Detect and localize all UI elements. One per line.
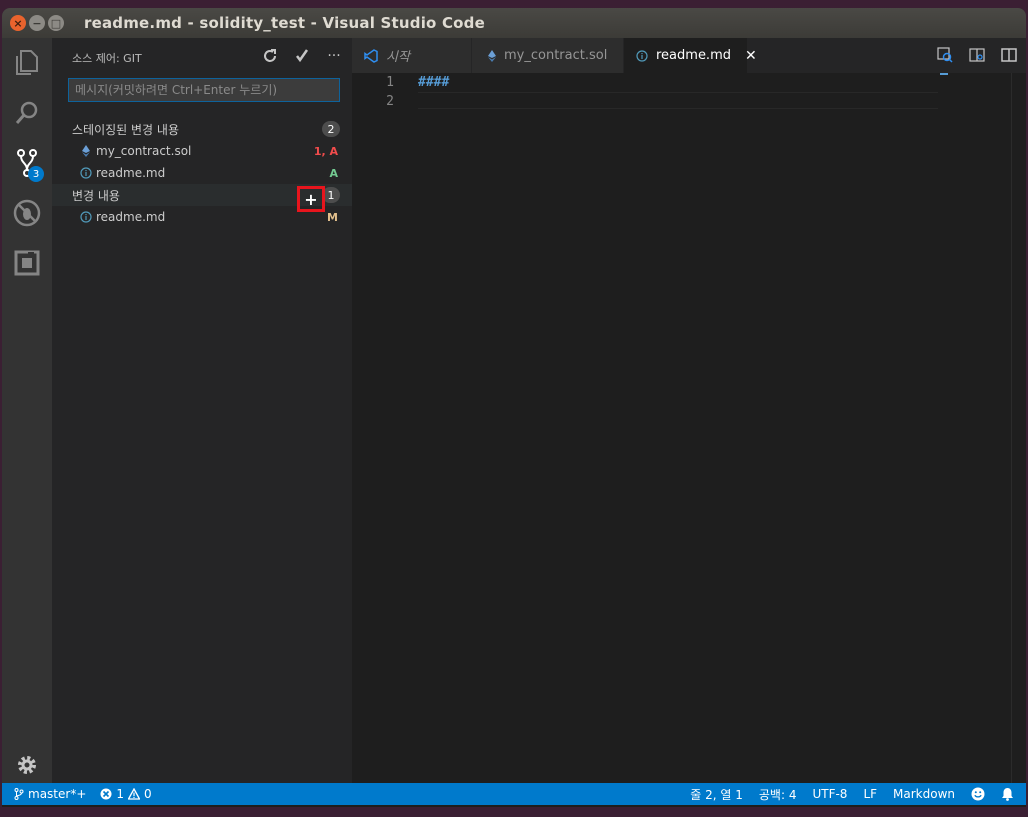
vscode-window: × − □ readme.md - solidity_test - Visual…	[2, 8, 1026, 807]
branch-status[interactable]: master*+	[2, 787, 92, 801]
sidebar-title: 소스 제어: GIT	[72, 52, 142, 65]
vscode-icon	[364, 48, 378, 63]
explorer-icon[interactable]	[2, 38, 52, 88]
info-icon	[636, 49, 648, 62]
changed-file-readme[interactable]: readme.md M	[52, 206, 352, 228]
preview-side-icon[interactable]	[966, 44, 988, 66]
editor-actions	[934, 44, 1020, 66]
commit-check-icon[interactable]	[292, 46, 312, 66]
notifications-bell-icon[interactable]	[993, 787, 1026, 801]
extensions-icon[interactable]	[2, 238, 52, 288]
file-status: 1, A	[313, 144, 338, 158]
branch-name: master*+	[28, 787, 87, 801]
source-control-sidebar: 소스 제어: GIT ··· 스테이징된 변경 내용 2 my_contract…	[52, 38, 352, 783]
tab-close-icon[interactable]: ✕	[745, 48, 757, 64]
editor-scrollbar[interactable]	[1011, 73, 1026, 783]
info-icon	[78, 167, 94, 179]
code-line: ####	[418, 75, 450, 90]
code-editor[interactable]: 1 #### 2	[352, 73, 1026, 783]
feedback-smiley-icon[interactable]	[963, 787, 993, 801]
warning-icon	[128, 788, 141, 800]
minimap[interactable]	[940, 73, 948, 75]
source-control-icon[interactable]: 3	[2, 138, 52, 188]
status-bar-right: 줄 2, 열 1 공백: 4 UTF-8 LF Markdown	[682, 783, 1026, 805]
tab-label: readme.md	[656, 48, 731, 63]
ethereum-icon	[78, 145, 94, 157]
line-number: 2	[386, 94, 394, 109]
info-icon	[78, 211, 94, 223]
indentation[interactable]: 공백: 4	[751, 786, 805, 803]
end-of-line[interactable]: LF	[855, 787, 885, 801]
tab-welcome[interactable]: 시작	[352, 38, 472, 73]
git-branch-icon	[14, 788, 24, 800]
sidebar-actions: ···	[260, 46, 344, 66]
tab-label: my_contract.sol	[504, 48, 608, 63]
staged-count-badge: 2	[322, 121, 340, 137]
commit-message-input[interactable]	[68, 78, 340, 102]
title-bar: × − □ readme.md - solidity_test - Visual…	[2, 8, 1026, 38]
ethereum-icon	[488, 49, 496, 62]
activity-bar: 3	[2, 38, 52, 783]
editor-tabs: 시작 my_contract.sol readme.md ✕	[352, 38, 1026, 73]
window-minimize-button[interactable]: −	[29, 15, 45, 31]
debug-icon[interactable]	[2, 188, 52, 238]
current-line-highlight	[418, 92, 938, 109]
file-name: my_contract.sol	[96, 144, 192, 158]
window-close-button[interactable]: ×	[10, 15, 26, 31]
more-actions-icon[interactable]: ···	[324, 46, 344, 66]
refresh-icon[interactable]	[260, 46, 280, 66]
staged-file-readme[interactable]: readme.md A	[52, 162, 352, 184]
open-preview-icon[interactable]	[934, 44, 956, 66]
line-number: 1	[386, 75, 394, 90]
file-status: M	[327, 210, 338, 224]
error-icon	[100, 788, 112, 800]
status-bar: master*+ 1 0 줄 2, 열 1 공백: 4 UTF-8 LF Mar…	[2, 783, 1026, 805]
staged-file-my-contract[interactable]: my_contract.sol 1, A	[52, 140, 352, 162]
warning-count: 0	[144, 787, 152, 801]
language-mode[interactable]: Markdown	[885, 787, 963, 801]
staged-changes-label: 스테이징된 변경 내용	[72, 122, 179, 137]
file-status: A	[329, 166, 338, 180]
tab-label: 시작	[386, 50, 410, 65]
error-count: 1	[116, 787, 125, 801]
staged-changes-group[interactable]: 스테이징된 변경 내용 2	[52, 118, 352, 140]
cursor-position[interactable]: 줄 2, 열 1	[682, 786, 751, 803]
file-name: readme.md	[96, 166, 166, 180]
file-name: readme.md	[96, 210, 166, 224]
scm-badge: 3	[28, 166, 44, 182]
split-editor-icon[interactable]	[998, 44, 1020, 66]
search-icon[interactable]	[2, 88, 52, 138]
window-maximize-button[interactable]: □	[48, 15, 64, 31]
changes-label: 변경 내용	[72, 188, 120, 203]
tab-my-contract[interactable]: my_contract.sol	[472, 38, 624, 73]
encoding[interactable]: UTF-8	[804, 787, 855, 801]
window-title: readme.md - solidity_test - Visual Studi…	[84, 14, 485, 32]
problems-status[interactable]: 1 0	[92, 787, 157, 801]
tab-readme[interactable]: readme.md ✕	[624, 38, 757, 73]
